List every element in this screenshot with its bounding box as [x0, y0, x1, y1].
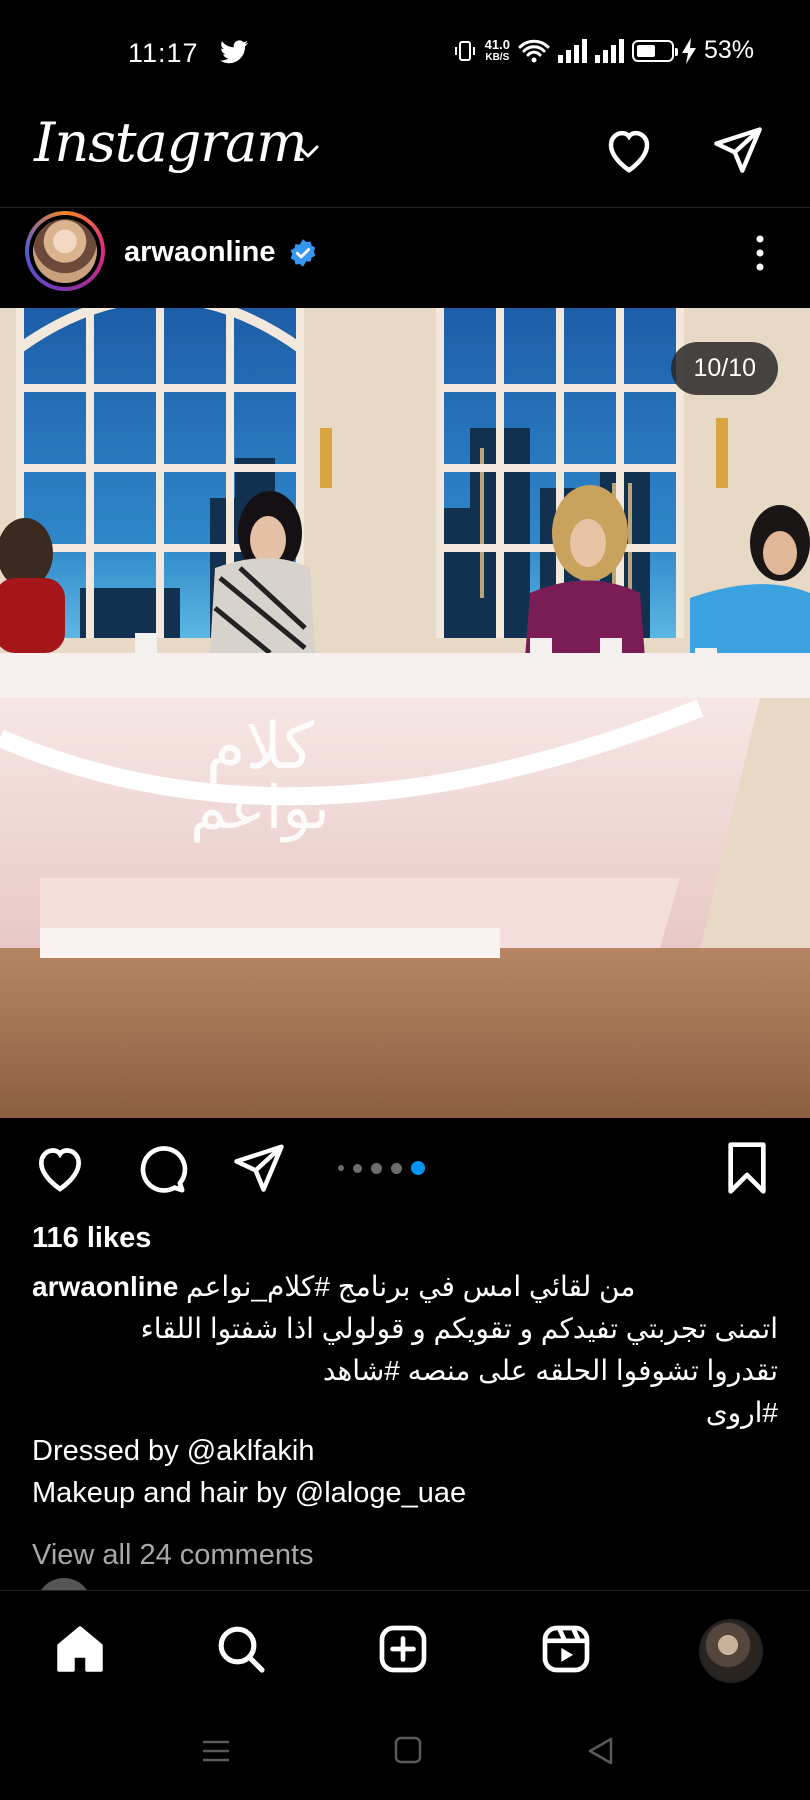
- bottom-nav: [0, 1590, 810, 1705]
- desk-logo-line2: نواعم: [190, 773, 330, 843]
- verified-icon: [290, 239, 316, 267]
- home-icon[interactable]: [52, 1621, 108, 1677]
- wifi-icon: [518, 39, 550, 62]
- heart-icon[interactable]: [602, 123, 656, 177]
- twitter-icon: [220, 40, 248, 64]
- image-counter: 10/10: [671, 342, 778, 395]
- top-app-bar: Instagram: [0, 105, 810, 208]
- caption-line-1: arwaonline من لقائي امس في برنامج #كلام_…: [32, 1266, 778, 1308]
- bookmark-icon[interactable]: [722, 1140, 772, 1196]
- battery-fill: [636, 44, 655, 57]
- more-icon[interactable]: [752, 233, 768, 273]
- avatar[interactable]: [25, 211, 105, 291]
- view-comments-link[interactable]: View all 24 comments: [32, 1539, 314, 1572]
- net-speed-value: 41.0: [484, 36, 510, 52]
- back-icon[interactable]: [585, 1735, 617, 1767]
- caption-username[interactable]: arwaonline: [32, 1271, 178, 1302]
- caption-text-1: من لقائي امس في برنامج #كلام_نواعم: [186, 1271, 636, 1302]
- carousel-dot: [353, 1163, 362, 1173]
- system-nav-bar: [0, 1705, 810, 1800]
- network-speed: 41.0 KB/S: [485, 38, 510, 64]
- carousel-dots: [338, 1161, 425, 1175]
- signal-icon: [594, 38, 624, 63]
- caption-text-3: تقدروا تشوفوا الحلقه على منصه #شاهد: [322, 1355, 778, 1386]
- carousel-dot: [371, 1162, 382, 1174]
- post-actions: [0, 1118, 810, 1223]
- carousel-dot: [338, 1165, 344, 1171]
- like-icon[interactable]: [32, 1140, 88, 1196]
- instagram-logo[interactable]: Instagram: [34, 111, 307, 174]
- share-icon[interactable]: [232, 1140, 286, 1194]
- battery-icon: [631, 39, 678, 62]
- post-image[interactable]: كلام نواعم 10/10: [0, 308, 810, 1118]
- carousel-dot: [411, 1161, 425, 1175]
- avatar-image: [33, 219, 97, 283]
- search-icon[interactable]: [213, 1621, 269, 1677]
- home-square-icon[interactable]: [393, 1735, 423, 1765]
- create-icon[interactable]: [375, 1621, 431, 1677]
- status-time: 11:17: [128, 38, 199, 68]
- comment-icon[interactable]: [132, 1140, 188, 1196]
- battery-percent: 53%: [703, 36, 754, 64]
- caption-credits: Dressed by @aklfakih Makeup and hair by …: [32, 1430, 792, 1514]
- post-photo: كلام نواعم: [0, 308, 810, 1118]
- send-icon[interactable]: [712, 123, 764, 175]
- caption-text-2: اتمنى تجربتي تفيدكم و تقويكم و قولولي اذ…: [140, 1313, 778, 1344]
- net-speed-unit: KB/S: [485, 51, 510, 63]
- carousel-dot: [391, 1162, 402, 1174]
- vibrate-icon: [454, 40, 475, 61]
- post-header: arwaonline: [0, 208, 810, 308]
- reels-icon[interactable]: [538, 1621, 594, 1677]
- post-caption: arwaonline من لقائي امس في برنامج #كلام_…: [32, 1266, 778, 1434]
- credit-makeup: Makeup and hair by @laloge_uae: [32, 1477, 467, 1509]
- signal-icon: [557, 38, 587, 63]
- likes-count[interactable]: 116 likes: [32, 1222, 151, 1255]
- charging-icon: [681, 37, 696, 64]
- status-bar: 11:17 41.0 KB/S 53%: [0, 0, 810, 105]
- credit-dressed-by: Dressed by @aklfakih: [32, 1435, 315, 1467]
- post-username[interactable]: arwaonline: [124, 236, 276, 269]
- profile-avatar[interactable]: [699, 1619, 763, 1683]
- menu-icon[interactable]: [200, 1735, 232, 1767]
- caption-text-4: #اروى: [705, 1397, 778, 1428]
- chevron-down-icon[interactable]: [296, 143, 320, 159]
